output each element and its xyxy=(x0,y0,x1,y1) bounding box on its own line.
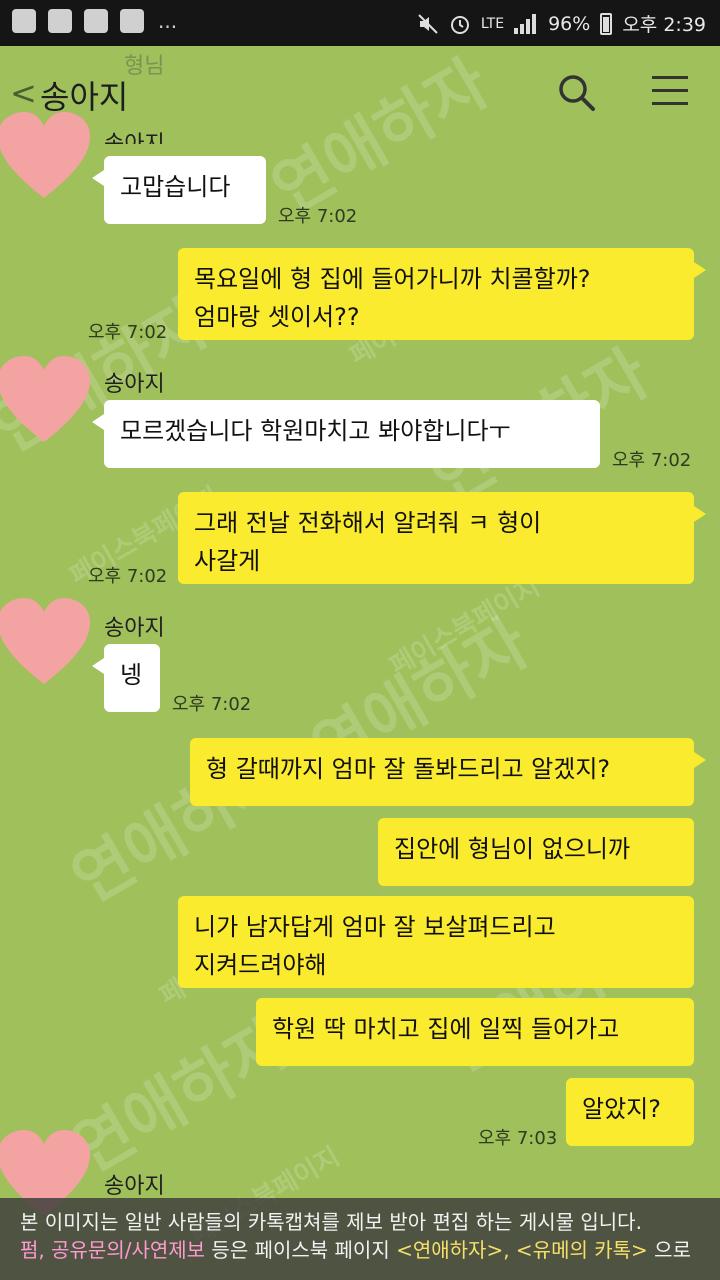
avatar[interactable] xyxy=(0,356,90,448)
sender-name: 송아지 xyxy=(104,616,165,641)
search-icon[interactable] xyxy=(556,72,596,112)
message-bubble[interactable]: 모르겠습니다 학원마치고 봐야합니다ㅜ xyxy=(92,400,600,468)
message-time: 오후 7:02 xyxy=(278,206,358,227)
message-bubble[interactable]: 고맙습니다 xyxy=(92,156,266,224)
message-bubble[interactable]: 알았지? xyxy=(566,1078,694,1146)
message-time: 오후 7:02 xyxy=(88,322,168,343)
avatar[interactable] xyxy=(0,112,90,204)
message-bubble[interactable]: 형 갈때까지 엄마 잘 돌봐드리고 알겠지? xyxy=(190,738,706,806)
notice-page-names: <연애하자>, <유메의 카톡> xyxy=(396,1238,648,1262)
app-icon xyxy=(12,9,36,33)
notice-highlight: 펌, 공유문의/사연제보 xyxy=(20,1238,206,1262)
battery-percent: 96% xyxy=(548,12,591,35)
signal-icon xyxy=(514,13,538,34)
network-type: LTE xyxy=(480,15,505,32)
sender-name: 송아지 xyxy=(104,1174,165,1199)
notice-banner: 본 이미지는 일반 사람들의 카톡캡쳐를 제보 받아 편집 하는 게시물 입니다… xyxy=(0,1198,720,1280)
alarm-icon xyxy=(450,15,469,34)
message-icon xyxy=(120,9,144,33)
message-time: 오후 7:03 xyxy=(478,1128,558,1149)
message-time: 오후 7:02 xyxy=(88,566,168,587)
message-bubble[interactable]: 학원 딱 마치고 집에 일찍 들어가고 xyxy=(256,998,694,1066)
message-bubble[interactable]: 넹 xyxy=(92,644,160,712)
faded-title-text: 형님 xyxy=(124,54,165,79)
clock: 오후 2:39 xyxy=(622,14,706,36)
message-bubble[interactable]: 목요일에 형 집에 들어가니까 치콜할까? 엄마랑 셋이서?? xyxy=(178,248,706,340)
v-app-icon xyxy=(84,9,108,33)
sender-name: 송아지 xyxy=(104,372,165,397)
message-time: 오후 7:02 xyxy=(612,450,692,471)
notice-line-1: 본 이미지는 일반 사람들의 카톡캡쳐를 제보 받아 편집 하는 게시물 입니다… xyxy=(20,1210,642,1234)
sender-name: 송아지 xyxy=(104,126,165,144)
message-bubble[interactable]: 그래 전날 전화해서 알려줘 ㅋ 형이 사갈게 xyxy=(178,492,706,584)
message-time: 오후 7:02 xyxy=(172,694,252,715)
notice-line-2: 펌, 공유문의/사연제보 등은 페이스북 페이지 <연애하자>, <유메의 카톡… xyxy=(20,1236,700,1264)
mute-icon xyxy=(418,13,438,34)
notice-text-end: 으로 xyxy=(647,1238,691,1262)
notice-text: 등은 페이스북 페이지 xyxy=(205,1238,397,1262)
menu-icon[interactable] xyxy=(652,76,688,108)
avatar[interactable] xyxy=(0,598,90,690)
message-bubble[interactable]: 집안에 형님이 없으니까 xyxy=(378,818,694,886)
message-bubble[interactable]: 니가 남자답게 엄마 잘 보살펴드리고 지켜드려야해 xyxy=(178,896,694,988)
back-button[interactable]: < xyxy=(10,74,37,112)
more-notifications: ... xyxy=(158,9,178,33)
status-bar: ... LTE 96% 오후 2:39 xyxy=(0,0,720,46)
chat-header: 형님 < 송아지 xyxy=(0,46,720,134)
image-icon xyxy=(48,9,72,33)
battery-icon xyxy=(600,12,613,35)
